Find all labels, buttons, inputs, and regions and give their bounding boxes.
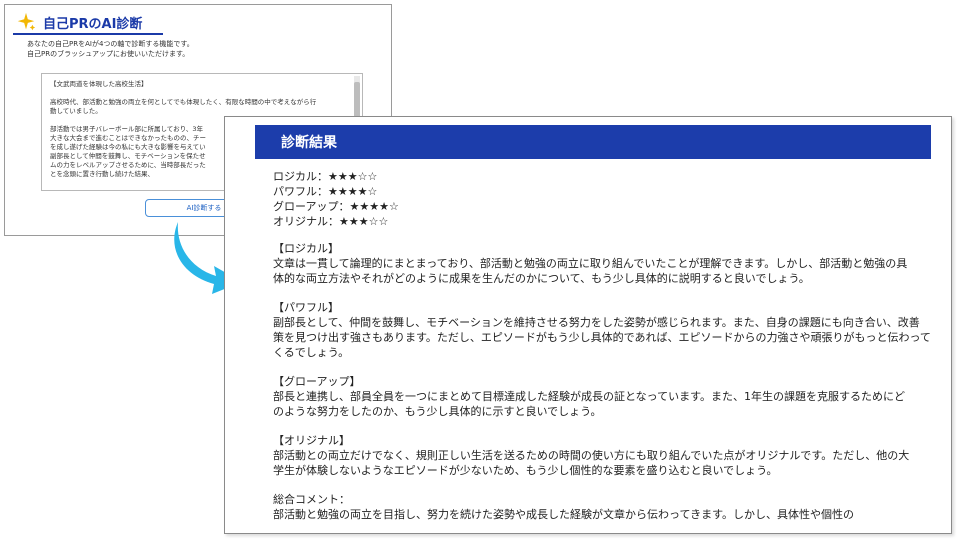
result-section: 【グローアップ】部長と連携し、部員全員を一つにまとめて目標達成した経験が成長の証… [273, 374, 919, 419]
back-description: あなたの自己PRをAIが4つの軸で診断する機能です。 自己PRのブラッシュアップ… [27, 39, 194, 59]
ratings-list: ロジカル：★★★☆☆ パワフル：★★★★☆ グローアップ：★★★★☆ オリジナル… [273, 169, 399, 229]
section-text-line: 文章は一貫して論理的にまとまっており、部活動と勉強の両立に取り組んでいたことが理… [273, 257, 908, 270]
back-header: 自己PRのAI診断 [15, 11, 142, 33]
rating-logical: ロジカル：★★★☆☆ [273, 170, 378, 183]
sparkle-icon [17, 12, 36, 31]
section-text-line: 副部長として、仲間を鼓舞し、モチベーションを維持させる努力をした姿勢が感じられま… [273, 316, 920, 329]
section-heading: 総合コメント： [273, 493, 350, 506]
result-section: 【オリジナル】部活動との両立だけでなく、規則正しい生活を送るための時間の使い方に… [273, 433, 919, 478]
section-heading: 【グローアップ】 [273, 375, 361, 388]
section-text-line: のような努力をしたのか、もう少し具体的に示すと良いでしょう。 [273, 405, 602, 418]
section-heading: 【オリジナル】 [273, 434, 350, 447]
rating-growup: グローアップ：★★★★☆ [273, 200, 399, 213]
essay-paragraph: 高校時代、部活動と勉強の両立を何としてでも体現したく、有限な時間の中で考えながら… [50, 98, 346, 116]
description-line: 自己PRのブラッシュアップにお使いいただけます。 [27, 50, 190, 58]
section-heading: 【パワフル】 [273, 301, 339, 314]
result-title: 診断結果 [281, 135, 337, 151]
result-section: 総合コメント： 部活動と勉強の両立を目指し、努力を続けた姿勢や成長した経験が文章か… [273, 492, 919, 522]
essay-line: 動していました。 [50, 107, 102, 115]
rating-powerful: パワフル：★★★★☆ [273, 185, 378, 198]
rating-original: オリジナル：★★★☆☆ [273, 215, 389, 228]
section-text-line: くるでしょう。 [273, 346, 350, 359]
section-text-line: 部長と連携し、部員全員を一つにまとめて目標達成した経験が成長の証となっています。… [273, 390, 906, 403]
back-panel-title: 自己PRのAI診断 [43, 16, 143, 32]
section-text-line: 策を見つけ出す強さもあります。ただし、エピソードがもう少し具体的であれば、エピソ… [273, 331, 931, 344]
result-section: 【パワフル】副部長として、仲間を鼓舞し、モチベーションを維持させる努力をした姿勢… [273, 300, 931, 360]
essay-paragraph: 【文武両道を体現した高校生活】 [50, 80, 346, 89]
section-text-line: 部活動との両立だけでなく、規則正しい生活を送るための時間の使い方にも取り組んでい… [273, 449, 910, 462]
section-text-line: 体的な両立方法やそれがどのように成果を生んだのかについて、もう少し具体的に説明す… [273, 272, 810, 285]
result-header-bar: 診断結果 [255, 125, 931, 159]
description-line: あなたの自己PRをAIが4つの軸で診断する機能です。 [27, 40, 194, 48]
title-underline [13, 33, 163, 35]
section-heading: 【ロジカル】 [273, 242, 339, 255]
essay-line: 【文武両道を体現した高校生活】 [50, 80, 148, 88]
result-section: 【ロジカル】文章は一貫して論理的にまとまっており、部活動と勉強の両立に取り組んで… [273, 241, 919, 286]
section-text-line: 学生が体験しないようなエピソードが少ないため、もう少し個性的な要素を盛り込むと良… [273, 464, 778, 477]
diagnosis-result-panel: 診断結果 ロジカル：★★★☆☆ パワフル：★★★★☆ グローアップ：★★★★☆ … [224, 116, 952, 534]
result-sections: 【ロジカル】文章は一貫して論理的にまとまっており、部活動と勉強の両立に取り組んで… [273, 241, 931, 536]
essay-line: 高校時代、部活動と勉強の両立を何としてでも体現したく、有限な時間の中で考えながら… [50, 98, 317, 106]
section-text-line: 部活動と勉強の両立を目指し、努力を続けた姿勢や成長した経験が文章から伝わってきま… [273, 508, 855, 521]
